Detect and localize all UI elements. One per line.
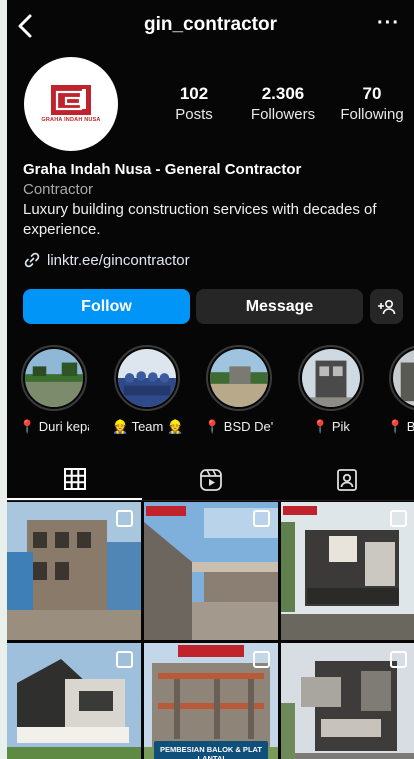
multi-photo-icon [253,651,270,668]
post-thumbnail[interactable] [7,502,141,640]
stat-posts-label: Posts [175,106,213,123]
suggested-users-button[interactable] [370,289,403,324]
highlight-thumbnail [393,349,414,407]
profile-link-text: linktr.ee/gincontractor [47,251,190,269]
post-caption-banner: PEMBESIAN BALOK & PLAT LANTAI [154,741,268,759]
highlight-label: 📍 BS [387,419,414,434]
profile-bio: Graha Indah Nusa - General Contractor Co… [23,160,408,240]
tab-reels[interactable] [143,460,278,500]
profile-link[interactable]: linktr.ee/gincontractor [23,251,190,269]
add-person-icon [377,299,395,314]
tagged-icon [336,469,357,491]
brand-logo-text: GRAHA INDAH NUSA [41,117,101,123]
top-bar: gin_contractor ··· [7,0,414,52]
highlight-thumbnail [302,349,360,407]
message-button[interactable]: Message [196,289,363,324]
stat-following[interactable]: 70 Following [330,84,414,123]
highlight-thumbnail [118,349,176,407]
instagram-profile-screen: gin_contractor ··· GRAHA INDAH NUSA 102 … [7,0,414,759]
profile-description: Luxury building construction services wi… [23,201,377,238]
stat-following-value: 70 [362,84,382,103]
highlight-bsd[interactable]: 📍 BSD De'... [204,345,274,435]
highlight-ring [389,345,414,411]
profile-username: gin_contractor [143,14,278,35]
more-options-icon[interactable]: ··· [377,12,400,35]
post-thumbnail[interactable] [144,502,278,640]
multi-photo-icon [116,510,133,527]
highlight-bs[interactable]: 📍 BS [387,345,414,435]
avatar[interactable]: GRAHA INDAH NUSA [24,57,118,151]
tab-posts[interactable] [7,460,142,500]
profile-category: Contractor [23,181,94,198]
highlight-team[interactable]: 👷 Team 👷 [112,345,182,435]
highlight-label: 📍 BSD De'... [204,419,274,434]
link-icon [24,252,40,268]
highlight-ring [21,345,87,411]
highlight-thumbnail [210,349,268,407]
multi-photo-icon [253,510,270,527]
stat-followers-value: 2.306 [261,84,305,103]
multi-photo-icon [390,651,407,668]
follow-button[interactable]: Follow [23,289,190,324]
stat-followers-label: Followers [250,106,316,123]
highlight-label: 📍 Pik [312,419,350,434]
post-thumbnail[interactable] [281,643,414,759]
multi-photo-icon [390,510,407,527]
highlight-ring [114,345,180,411]
multi-photo-icon [116,651,133,668]
post-thumbnail[interactable] [7,643,141,759]
tab-tagged[interactable] [279,460,414,500]
highlight-pik[interactable]: 📍 Pik [296,345,366,435]
highlight-label: 📍 Duri kepa [19,419,89,434]
reels-icon [199,469,222,491]
post-thumbnail[interactable] [281,502,414,640]
profile-tabs [7,460,414,501]
profile-stats: 102 Posts 2.306 Followers 70 Following [152,84,414,123]
stat-posts-value: 102 [179,84,209,103]
posts-grid-icon [63,468,86,490]
stat-following-label: Following [340,106,404,123]
brand-logo-icon [51,85,91,115]
stat-followers[interactable]: 2.306 Followers [241,84,325,123]
profile-display-name: Graha Indah Nusa - General Contractor [23,161,302,178]
highlight-ring [298,345,364,411]
highlight-duri-kepa[interactable]: 📍 Duri kepa [19,345,89,435]
highlight-ring [206,345,272,411]
highlight-label: 👷 Team 👷 [112,419,182,434]
highlight-thumbnail [25,349,83,407]
stat-posts[interactable]: 102 Posts [152,84,236,123]
post-thumbnail[interactable]: PEMBESIAN BALOK & PLAT LANTAI [144,643,278,759]
